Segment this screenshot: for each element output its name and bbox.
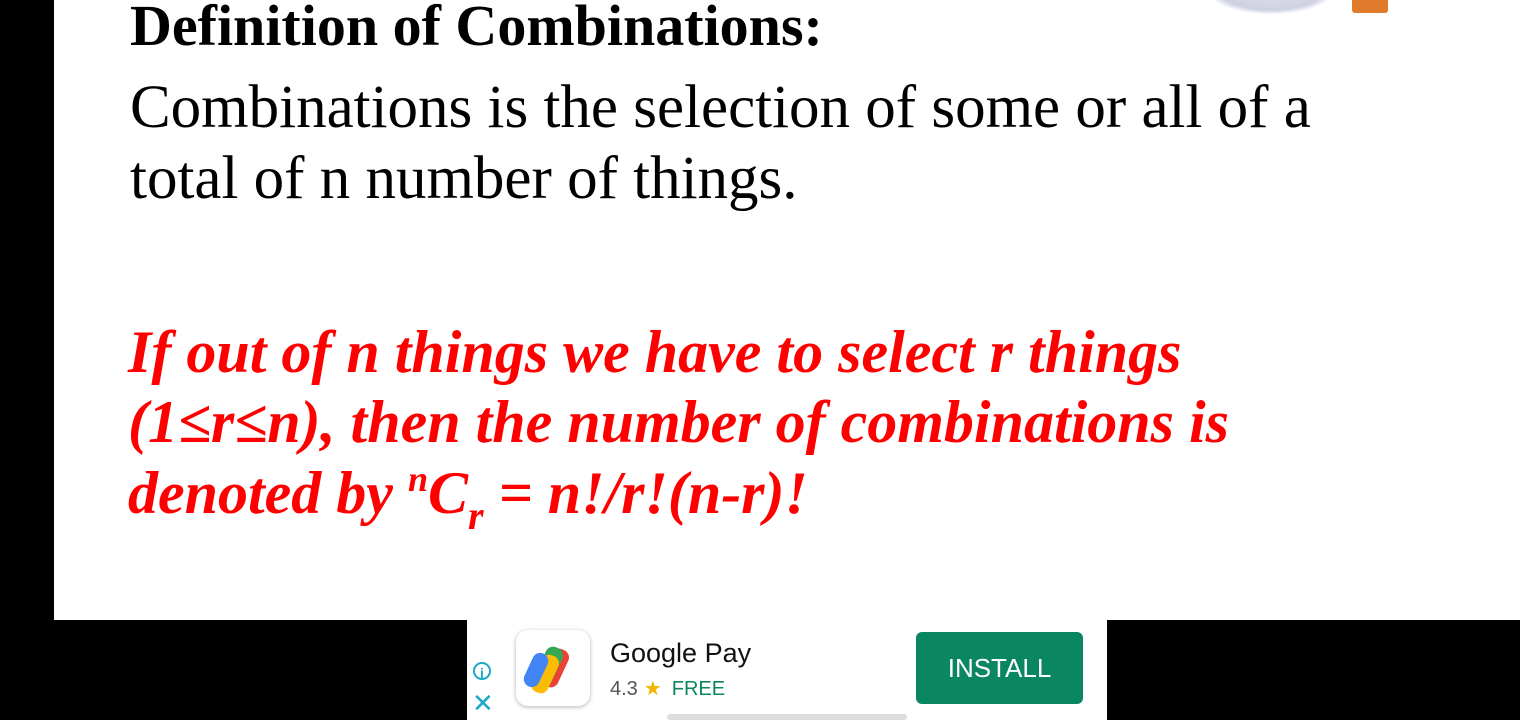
slide-title: Definition of Combinations: [130, 0, 823, 58]
red-line-1: If out of n things we have to select r t… [128, 319, 1182, 385]
star-icon: ★ [643, 678, 662, 700]
ad-banner[interactable]: i ✕ Google Pay 4.3 ★ FREE INSTALL [467, 620, 1107, 720]
price-label: FREE [671, 678, 726, 700]
body-line-1: Combinations is the selection of some or… [130, 74, 1311, 141]
formula-prefix: denoted by [128, 460, 408, 526]
orange-logo [1352, 0, 1388, 13]
formula-sup: n [407, 459, 428, 499]
rating-value: 4.3 [610, 678, 638, 700]
red-line-2: (1≤r≤n), then the number of combinations… [128, 389, 1230, 455]
formula-rhs: = n!/r!(n-r)! [483, 460, 808, 526]
formula-sub: r [468, 493, 484, 538]
formula-base: C [427, 460, 468, 526]
app-name: Google Pay [610, 638, 752, 668]
app-rating-row: 4.3 ★ FREE [610, 676, 725, 701]
formula-line: denoted by nCr = n!/r!(n-r)! [128, 458, 808, 539]
install-button[interactable]: INSTALL [916, 632, 1083, 704]
info-icon[interactable]: i [473, 662, 491, 681]
seal-logo [1206, 0, 1336, 14]
close-icon[interactable]: ✕ [472, 690, 494, 716]
body-line-2: total of n number of things. [130, 145, 798, 212]
google-pay-app-icon[interactable] [516, 630, 590, 706]
scroll-indicator [667, 714, 907, 720]
slide: Definition of Combinations: Combinations… [54, 0, 1520, 620]
